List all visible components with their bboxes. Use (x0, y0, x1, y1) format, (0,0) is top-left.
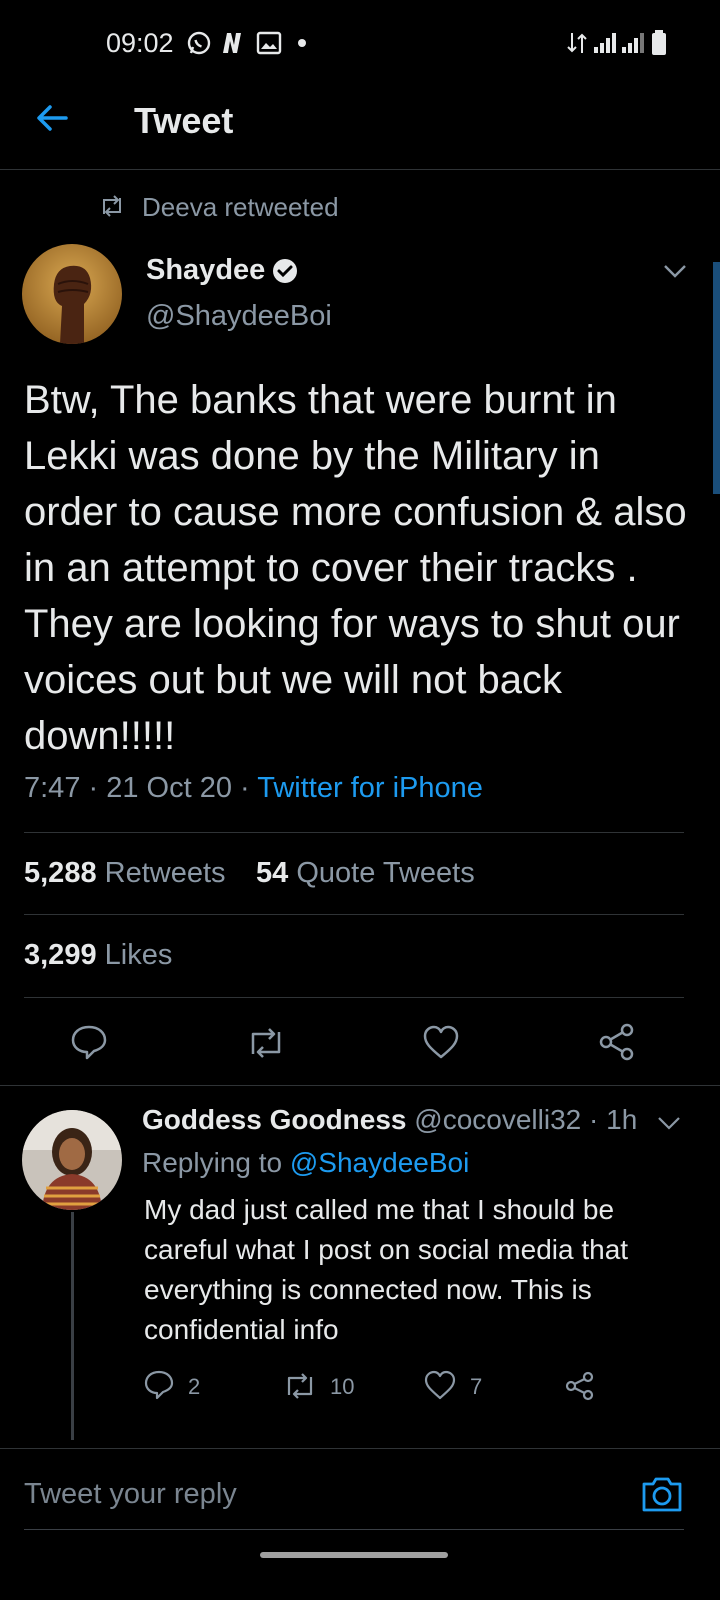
likes-count: 3,299 (24, 939, 97, 971)
retweets-label: Retweets (104, 857, 226, 889)
share-icon[interactable] (598, 1022, 636, 1062)
quotes-count: 54 (256, 857, 289, 889)
likes-divider (24, 997, 684, 998)
actions-divider (0, 1085, 720, 1086)
replying-to: Replying to @ShaydeeBoi (142, 1147, 469, 1179)
status-time: 09:02 (106, 28, 174, 58)
back-arrow-icon[interactable] (34, 100, 70, 136)
signal-strength-2-icon (620, 31, 646, 55)
replying-to-handle[interactable]: @ShaydeeBoi (290, 1147, 469, 1178)
reply-retweet-icon[interactable] (282, 1372, 318, 1400)
tweet-source-link[interactable]: Twitter for iPhone (257, 772, 483, 804)
likes-stat[interactable]: 3,299 Likes (24, 939, 172, 972)
camera-icon[interactable] (640, 1474, 684, 1514)
page-title: Tweet (134, 100, 234, 141)
thread-line (71, 1212, 74, 1440)
retweet-icon (98, 194, 126, 218)
reply-chevron-down-icon[interactable] (656, 1114, 682, 1132)
reply-author-name[interactable]: Goddess Goodness (142, 1104, 407, 1135)
reply-text: My dad just called me that I should be c… (144, 1194, 629, 1345)
reply-icon[interactable] (70, 1024, 108, 1060)
data-transfer-icon (566, 30, 588, 56)
quotes-label: Quote Tweets (296, 857, 475, 889)
meta-divider (24, 832, 684, 833)
home-indicator[interactable] (260, 1552, 448, 1558)
chevron-down-icon[interactable] (662, 262, 688, 280)
tweet-time: 7:47 (24, 772, 81, 804)
scrollbar[interactable] (713, 262, 720, 494)
reply-header: Goddess Goodness @cocovelli32 · 1h (142, 1104, 638, 1135)
tweet-text: Btw, The banks that were burnt in Lekki … (24, 378, 687, 758)
retweets-stat[interactable]: 5,288 Retweets (24, 857, 226, 890)
header-divider (0, 169, 720, 170)
tweet-meta: 7:47 · 21 Oct 20 · Twitter for iPhone (24, 772, 483, 804)
battery-icon (650, 30, 668, 56)
reply-author-handle[interactable]: @cocovelli32 (414, 1104, 581, 1135)
compose-top-divider (0, 1448, 720, 1449)
reply-replies-count: 2 (188, 1374, 201, 1399)
reply-input[interactable]: Tweet your reply (24, 1478, 237, 1511)
compose-underline (24, 1529, 684, 1530)
stats-divider (24, 914, 684, 915)
reply-age: 1h (606, 1104, 638, 1135)
reply-like-icon[interactable] (424, 1370, 456, 1400)
signal-strength-1-icon (592, 31, 618, 55)
retweet-action-icon[interactable] (244, 1026, 288, 1060)
reply-avatar[interactable] (22, 1110, 122, 1210)
image-icon (256, 31, 282, 55)
avatar[interactable] (22, 244, 122, 344)
tweet-date: 21 Oct 20 (106, 772, 232, 804)
netflix-n-icon (220, 31, 244, 55)
likes-label: Likes (104, 939, 173, 971)
reply-share-icon[interactable] (564, 1370, 596, 1402)
retweeted-by-label[interactable]: Deeva retweeted (142, 192, 339, 223)
reply-retweets-count: 10 (330, 1374, 355, 1399)
notification-dot-icon (298, 39, 306, 47)
like-heart-icon[interactable] (422, 1024, 460, 1060)
replying-to-label: Replying to (142, 1147, 283, 1178)
quote-tweets-stat[interactable]: 54 Quote Tweets (256, 857, 475, 890)
reply-likes-count: 7 (470, 1374, 483, 1399)
retweets-count: 5,288 (24, 857, 97, 889)
compose-bar (0, 1448, 720, 1600)
whatsapp-icon (186, 30, 212, 56)
reply-reply-icon[interactable] (144, 1370, 174, 1400)
verified-badge-icon (272, 258, 298, 284)
author-handle[interactable]: @ShaydeeBoi (146, 300, 332, 333)
author-name[interactable]: Shaydee (146, 254, 265, 287)
